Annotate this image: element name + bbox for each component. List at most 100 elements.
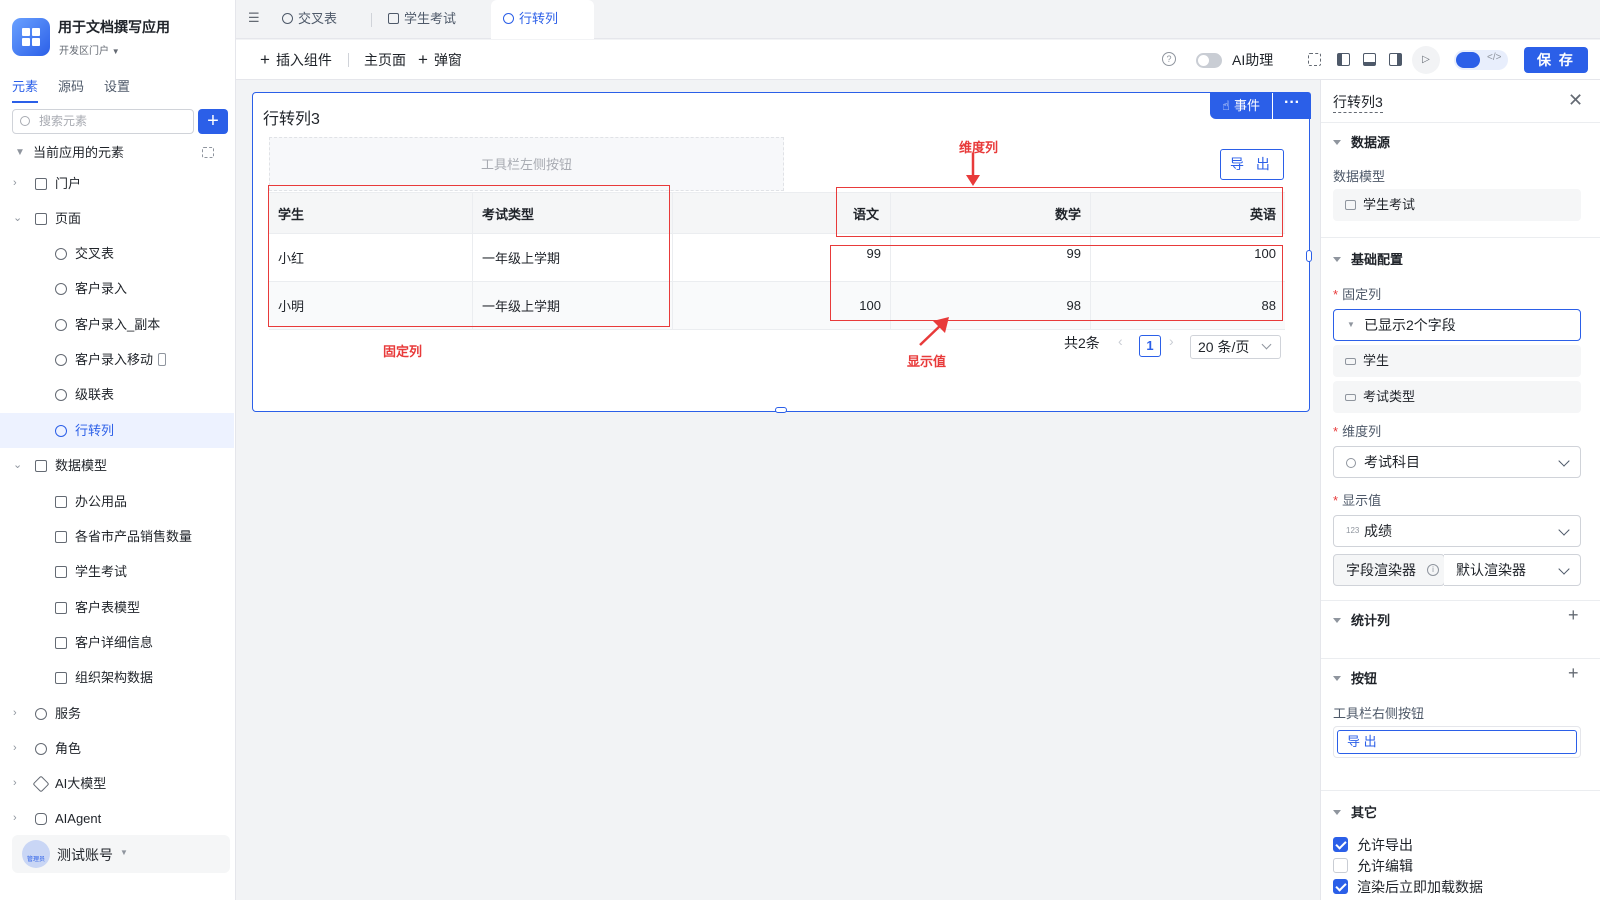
tree-item-row-to-column[interactable]: 行转列 <box>0 413 234 448</box>
ai-assistant-toggle[interactable] <box>1196 53 1222 68</box>
tab-elements[interactable]: 元素 <box>12 76 39 103</box>
mobile-icon <box>158 353 166 366</box>
layout-toggle-icon[interactable] <box>1308 53 1321 66</box>
section-basic-config[interactable]: 基础配置 <box>1333 249 1403 268</box>
tree-section-current-app[interactable]: ▼ 当前应用的元素 <box>0 135 234 170</box>
pager-page-1[interactable]: 1 <box>1139 335 1161 357</box>
row-to-column-component[interactable]: 行转列3 ☝ 事件 ··· 工具栏左侧按钮 导 出 学生 考试类型 语文 数学 英… <box>252 92 1312 413</box>
plus-icon: + <box>260 50 270 69</box>
allow-export-checkbox[interactable] <box>1333 837 1348 852</box>
right-panel-icon[interactable] <box>1389 53 1402 66</box>
tree-settings-icon[interactable] <box>202 147 214 158</box>
tab-crosstab[interactable]: 交叉表 <box>282 0 372 39</box>
tree-item-customer-entry[interactable]: 客户录入 <box>0 271 234 306</box>
tree-item-services[interactable]: › 服务 <box>0 696 234 731</box>
toolbar-divider <box>348 53 349 67</box>
component-title: 行转列3 <box>263 111 320 128</box>
tree-item-office-supplies[interactable]: 办公用品 <box>0 484 234 519</box>
page-component-icon <box>55 248 67 260</box>
value-select[interactable]: 123 成绩 <box>1333 515 1581 547</box>
insert-component-button[interactable]: + 插入组件 <box>260 40 332 80</box>
search-icon <box>20 116 30 126</box>
tree-item-ai-models[interactable]: › AI大模型 <box>0 766 234 801</box>
fixed-field-exam-type[interactable]: 考试类型 <box>1333 381 1581 413</box>
left-sidebar: 用于文档撰写应用 开发区门户 ▼ 元素 源码 设置 搜索元素 + ▼ 当前应用的… <box>0 0 236 900</box>
save-button[interactable]: 保 存 <box>1524 47 1588 73</box>
info-icon[interactable]: i <box>1427 564 1439 576</box>
page-icon <box>35 213 47 225</box>
pager-prev-icon[interactable]: ‹ <box>1118 333 1123 349</box>
panel-title: 行转列3 <box>1333 92 1383 113</box>
tree-item-customer-entry-mobile[interactable]: 客户录入移动 <box>0 342 234 377</box>
tab-source[interactable]: 源码 <box>58 76 84 103</box>
tree-item-roles[interactable]: › 角色 <box>0 731 234 766</box>
page-size-select[interactable]: 20 条/页 <box>1190 335 1281 359</box>
tree-item-customer-entry-copy[interactable]: 客户录入_副本 <box>0 307 234 342</box>
fixed-cols-collapse[interactable]: ▼ 已显示2个字段 <box>1333 309 1581 341</box>
tree-item-customer-model[interactable]: 客户表模型 <box>0 590 234 625</box>
help-icon[interactable]: ? <box>1162 52 1176 66</box>
tree-item-label: 各省市产品销售数量 <box>75 529 193 544</box>
chevron-right-icon: › <box>13 177 17 189</box>
resize-handle-right[interactable] <box>1306 250 1312 262</box>
add-stats-column-icon[interactable]: + <box>1568 605 1579 626</box>
left-toolbar-placeholder[interactable]: 工具栏左侧按钮 <box>269 137 784 191</box>
tree-item-cascade-table[interactable]: 级联表 <box>0 377 234 412</box>
right-toolbar-export-button[interactable]: 导 出 <box>1337 730 1577 754</box>
renderer-select[interactable]: 默认渲染器 <box>1444 554 1581 586</box>
tree-item-province-sales[interactable]: 各省市产品销售数量 <box>0 519 234 554</box>
more-options-button[interactable]: ··· <box>1273 92 1311 119</box>
app-subtitle-dropdown[interactable]: 开发区门户 ▼ <box>59 42 120 57</box>
allow-edit-checkbox[interactable] <box>1333 858 1348 873</box>
tree-item-crosstab[interactable]: 交叉表 <box>0 236 234 271</box>
tree-item-portal[interactable]: › 门户 <box>0 166 234 201</box>
tree-item-pages[interactable]: ⌄ 页面 <box>0 201 234 236</box>
tab-label: 行转列 <box>519 11 559 26</box>
user-account-menu[interactable]: 管理员 测试账号 ▼ <box>12 835 230 873</box>
search-input[interactable]: 搜索元素 <box>12 109 194 134</box>
section-buttons[interactable]: 按钮 <box>1333 668 1377 687</box>
close-icon[interactable]: ✕ <box>1568 90 1583 111</box>
add-button-icon[interactable]: + <box>1568 663 1579 684</box>
text-field-icon <box>1345 394 1356 401</box>
event-button[interactable]: ☝ 事件 <box>1210 92 1272 119</box>
export-button[interactable]: 导 出 <box>1220 149 1284 180</box>
fixed-field-student[interactable]: 学生 <box>1333 345 1581 377</box>
tree-item-data-models[interactable]: ⌄ 数据模型 <box>0 448 234 483</box>
section-data-source[interactable]: 数据源 <box>1333 132 1390 151</box>
main-page-button[interactable]: 主页面 <box>364 40 406 80</box>
data-model-label: 数据模型 <box>1333 169 1386 184</box>
left-panel-icon[interactable] <box>1337 53 1350 66</box>
tab-settings[interactable]: 设置 <box>104 76 130 103</box>
data-model-field[interactable]: 学生考试 <box>1333 189 1581 221</box>
view-mode-switch[interactable]: </> <box>1454 50 1508 70</box>
collapse-sidebar-icon[interactable]: ☰ <box>248 10 260 26</box>
dimension-select[interactable]: 考试科目 <box>1333 446 1581 478</box>
load-on-render-checkbox[interactable] <box>1333 879 1348 894</box>
page-component-icon <box>55 319 67 331</box>
tree-item-label: 门户 <box>55 176 82 191</box>
editor-toolbar: + 插入组件 主页面 + 弹窗 ? AI助理 ▷ </> 保 存 <box>236 40 1600 80</box>
tab-student-exam[interactable]: 学生考试 <box>388 0 488 39</box>
preview-play-icon[interactable]: ▷ <box>1412 46 1440 74</box>
fixed-cols-label: * 固定列 <box>1333 284 1381 303</box>
page-size-value: 20 条/页 <box>1198 339 1250 355</box>
section-other[interactable]: 其它 <box>1333 802 1377 821</box>
table-icon <box>388 13 399 24</box>
tree-item-ai-agent[interactable]: › AIAgent <box>0 801 234 836</box>
resize-handle-bottom[interactable] <box>775 407 787 413</box>
user-name: 测试账号 <box>57 847 113 863</box>
section-stats-columns[interactable]: 统计列 <box>1333 610 1390 629</box>
tree-item-customer-details[interactable]: 客户详细信息 <box>0 625 234 660</box>
tree-item-student-exam[interactable]: 学生考试 <box>0 554 234 589</box>
pager-next-icon[interactable]: › <box>1169 333 1174 349</box>
tree-item-label: 学生考试 <box>75 564 128 579</box>
popup-button[interactable]: + 弹窗 <box>418 40 462 80</box>
bottom-panel-icon[interactable] <box>1363 53 1376 66</box>
required-mark: * <box>1333 493 1339 508</box>
pager-total: 共2条 <box>1064 335 1100 351</box>
tab-row-to-column[interactable]: 行转列 <box>491 0 594 39</box>
tree-item-org-data[interactable]: 组织架构数据 <box>0 660 234 695</box>
add-element-button[interactable]: + <box>198 109 228 134</box>
chevron-down-icon: ⌄ <box>13 459 23 471</box>
